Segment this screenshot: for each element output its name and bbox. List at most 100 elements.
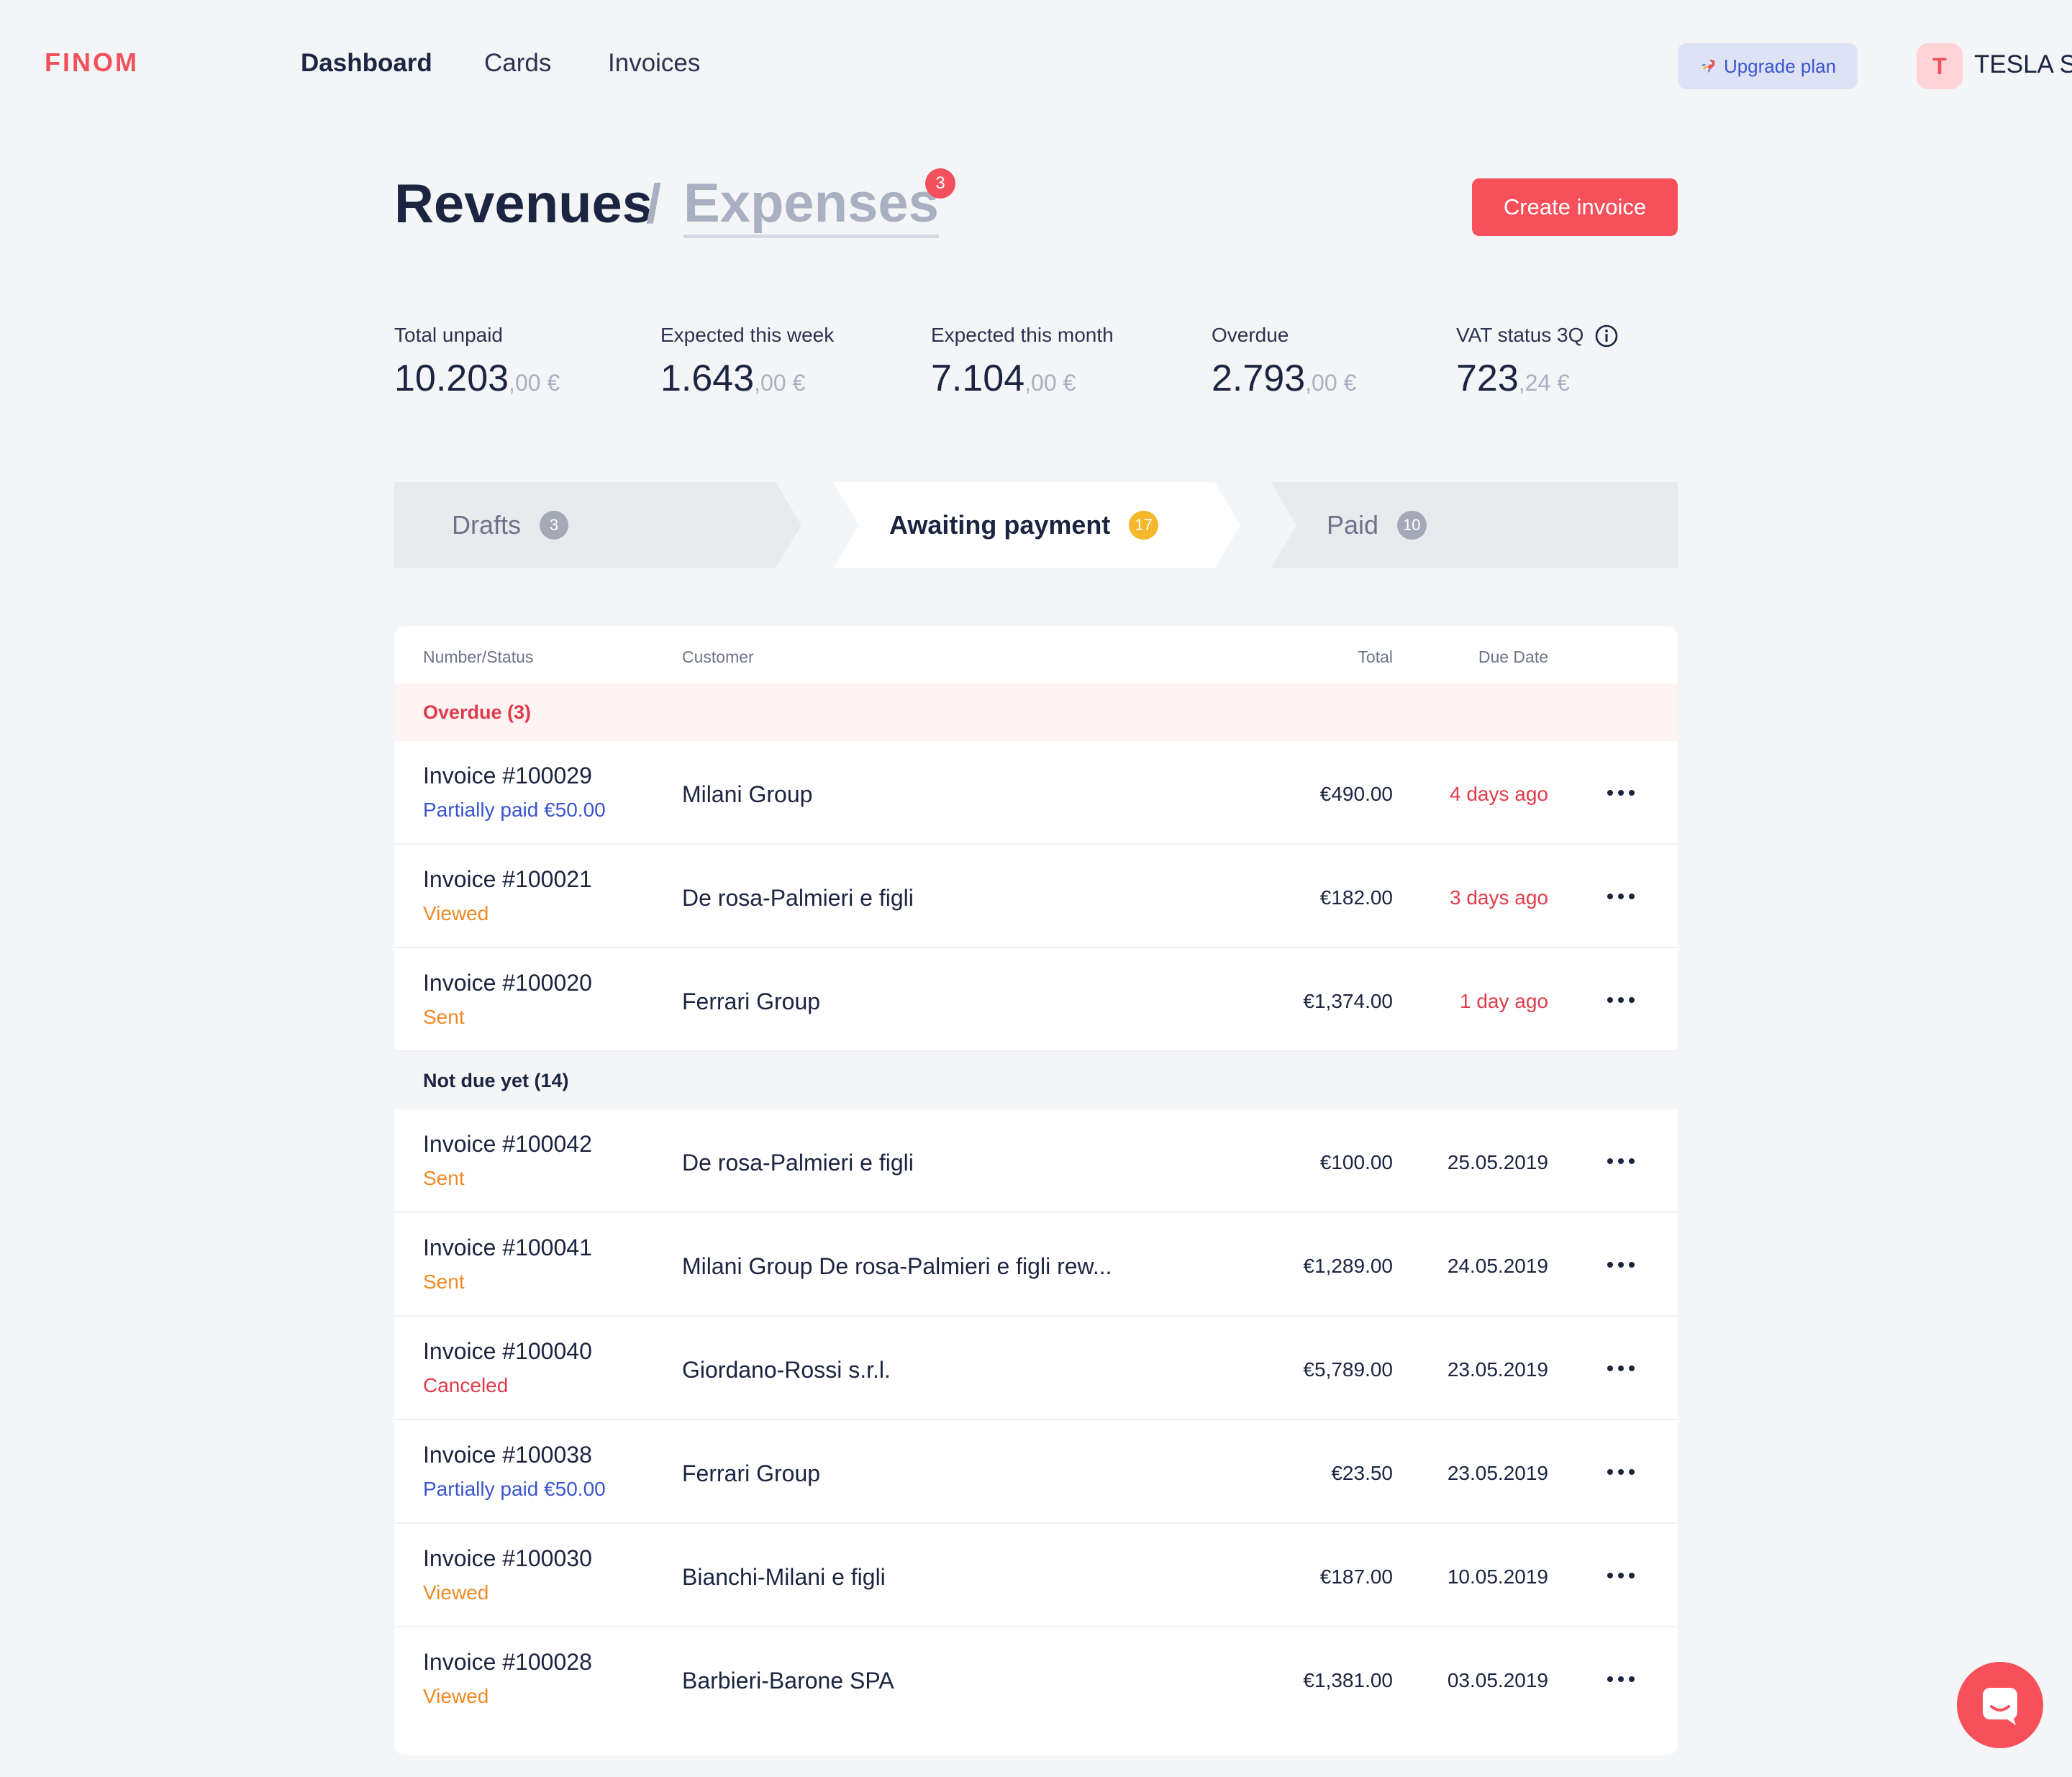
tab-awaiting-label: Awaiting payment: [889, 510, 1111, 540]
invoice-customer: De rosa-Palmieri e figli: [682, 1150, 914, 1176]
upgrade-plan-label: Upgrade plan: [1723, 55, 1837, 77]
table-row[interactable]: Invoice #100028 Viewed Barbieri-Barone S…: [394, 1627, 1678, 1731]
invoice-due: 4 days ago: [1450, 783, 1548, 805]
invoice-status: Partially paid €50.00: [423, 1478, 606, 1500]
expenses-link[interactable]: Expenses: [683, 173, 939, 238]
invoice-total: €1,381.00: [1303, 1669, 1393, 1691]
nav-cards[interactable]: Cards: [484, 49, 551, 78]
more-options-icon[interactable]: [1603, 1459, 1639, 1485]
info-icon[interactable]: [1594, 324, 1619, 348]
table-row[interactable]: Invoice #100041 Sent Milani Group De ros…: [394, 1213, 1678, 1317]
finom-logo[interactable]: FINOM: [45, 47, 139, 78]
group-overdue: Overdue (3): [394, 683, 1678, 741]
tab-drafts[interactable]: Drafts 3: [394, 482, 801, 568]
invoice-customer: Milani Group De rosa-Palmieri e figli re…: [682, 1253, 1112, 1279]
group-not-due-yet: Not due yet (14): [394, 1052, 1678, 1109]
stat-overdue-label: Overdue: [1212, 324, 1289, 346]
invoice-status: Sent: [423, 1271, 465, 1293]
invoice-status: Viewed: [423, 1685, 489, 1707]
invoice-due: 10.05.2019: [1447, 1565, 1548, 1588]
invoice-number: Invoice #100038: [423, 1442, 592, 1468]
invoice-status: Viewed: [423, 1581, 489, 1604]
invoice-total: €1,289.00: [1303, 1255, 1393, 1277]
tab-paid-count: 10: [1397, 511, 1427, 540]
nav-invoices[interactable]: Invoices: [608, 49, 700, 78]
more-options-icon[interactable]: [1603, 1252, 1639, 1278]
revenues-title[interactable]: Revenues: [394, 173, 653, 235]
more-options-icon[interactable]: [1603, 1563, 1639, 1589]
table-row[interactable]: Invoice #100038 Partially paid €50.00 Fe…: [394, 1420, 1678, 1524]
more-options-icon[interactable]: [1603, 780, 1639, 806]
invoice-customer: Ferrari Group: [682, 1460, 821, 1486]
invoice-due: 25.05.2019: [1447, 1151, 1548, 1173]
invoice-due: 3 days ago: [1450, 886, 1548, 909]
invoice-due: 1 day ago: [1460, 990, 1548, 1012]
invoice-total: €5,789.00: [1303, 1358, 1393, 1381]
invoice-due: 24.05.2019: [1447, 1255, 1548, 1277]
tab-paid[interactable]: Paid 10: [1271, 482, 1678, 568]
more-options-icon[interactable]: [1603, 1148, 1639, 1174]
table-row[interactable]: Invoice #100029 Partially paid €50.00 Mi…: [394, 741, 1678, 845]
invoice-due: 23.05.2019: [1447, 1358, 1548, 1381]
invoice-due: 03.05.2019: [1447, 1669, 1548, 1691]
invoice-status: Sent: [423, 1006, 465, 1028]
tab-drafts-count: 3: [540, 511, 569, 540]
invoice-number: Invoice #100029: [423, 763, 592, 788]
invoice-status: Viewed: [423, 902, 489, 924]
table-row[interactable]: Invoice #100030 Viewed Bianchi-Milani e …: [394, 1524, 1678, 1627]
stat-overdue-value: 2.793,00 €: [1212, 358, 1357, 399]
table-row[interactable]: Invoice #100040 Canceled Giordano-Rossi …: [394, 1317, 1678, 1420]
header-total[interactable]: Total: [1358, 647, 1393, 667]
invoice-total: €1,374.00: [1303, 990, 1393, 1012]
more-options-icon[interactable]: [1603, 987, 1639, 1013]
stat-month-value: 7.104,00 €: [931, 358, 1076, 399]
invoice-total: €100.00: [1319, 1151, 1393, 1173]
tab-awaiting-payment[interactable]: Awaiting payment 17: [833, 482, 1240, 568]
invoice-total: €182.00: [1319, 886, 1393, 909]
more-options-icon[interactable]: [1603, 1666, 1639, 1692]
invoice-customer: Barbieri-Barone SPA: [682, 1668, 894, 1694]
upgrade-plan-button[interactable]: Upgrade plan: [1678, 43, 1858, 89]
tab-drafts-label: Drafts: [452, 510, 522, 540]
invoice-customer: Ferrari Group: [682, 989, 821, 1014]
nav-dashboard[interactable]: Dashboard: [301, 49, 432, 78]
invoice-table: Number/Status Customer Total Due Date Ov…: [394, 626, 1678, 1755]
stat-total-unpaid-value: 10.203,00 €: [394, 358, 560, 399]
invoice-customer: De rosa-Palmieri e figli: [682, 885, 914, 911]
invoice-number: Invoice #100040: [423, 1338, 592, 1364]
stat-week-value: 1.643,00 €: [660, 358, 806, 399]
create-invoice-button[interactable]: Create invoice: [1472, 178, 1678, 236]
invoice-total: €187.00: [1319, 1565, 1393, 1588]
invoice-total: €23.50: [1331, 1462, 1393, 1484]
table-row[interactable]: Invoice #100042 Sent De rosa-Palmieri e …: [394, 1109, 1678, 1213]
invoice-total: €490.00: [1319, 783, 1393, 805]
invoice-number: Invoice #100042: [423, 1131, 592, 1157]
invoice-status: Canceled: [423, 1374, 509, 1396]
chat-button[interactable]: [1957, 1662, 2043, 1748]
tab-awaiting-count: 17: [1129, 511, 1158, 540]
header-customer[interactable]: Customer: [682, 647, 754, 667]
invoice-number: Invoice #100041: [423, 1235, 592, 1260]
company-name[interactable]: TESLA S.: [1974, 50, 2072, 79]
table-row[interactable]: Invoice #100020 Sent Ferrari Group €1,37…: [394, 948, 1678, 1052]
tab-paid-label: Paid: [1327, 510, 1379, 540]
invoice-status: Partially paid €50.00: [423, 799, 606, 821]
header-due-date[interactable]: Due Date: [1478, 647, 1548, 667]
stat-vat-value: 723,24 €: [1456, 358, 1570, 399]
stat-total-unpaid-label: Total unpaid: [394, 324, 504, 346]
stat-week-label: Expected this week: [660, 324, 835, 346]
avatar[interactable]: T: [1917, 43, 1963, 89]
invoice-due: 23.05.2019: [1447, 1462, 1548, 1484]
more-options-icon[interactable]: [1603, 1355, 1639, 1381]
invoice-number: Invoice #100020: [423, 970, 592, 996]
stat-month-label: Expected this month: [931, 324, 1114, 346]
invoice-customer: Milani Group: [682, 781, 813, 807]
header-number-status[interactable]: Number/Status: [423, 647, 533, 667]
invoice-number: Invoice #100021: [423, 866, 592, 892]
more-options-icon[interactable]: [1603, 883, 1639, 909]
chat-icon: [1983, 1688, 2017, 1725]
stat-vat-label: VAT status 3Q: [1456, 324, 1584, 346]
invoice-status: Sent: [423, 1167, 465, 1189]
table-row[interactable]: Invoice #100021 Viewed De rosa-Palmieri …: [394, 845, 1678, 948]
invoice-customer: Giordano-Rossi s.r.l.: [682, 1357, 891, 1383]
